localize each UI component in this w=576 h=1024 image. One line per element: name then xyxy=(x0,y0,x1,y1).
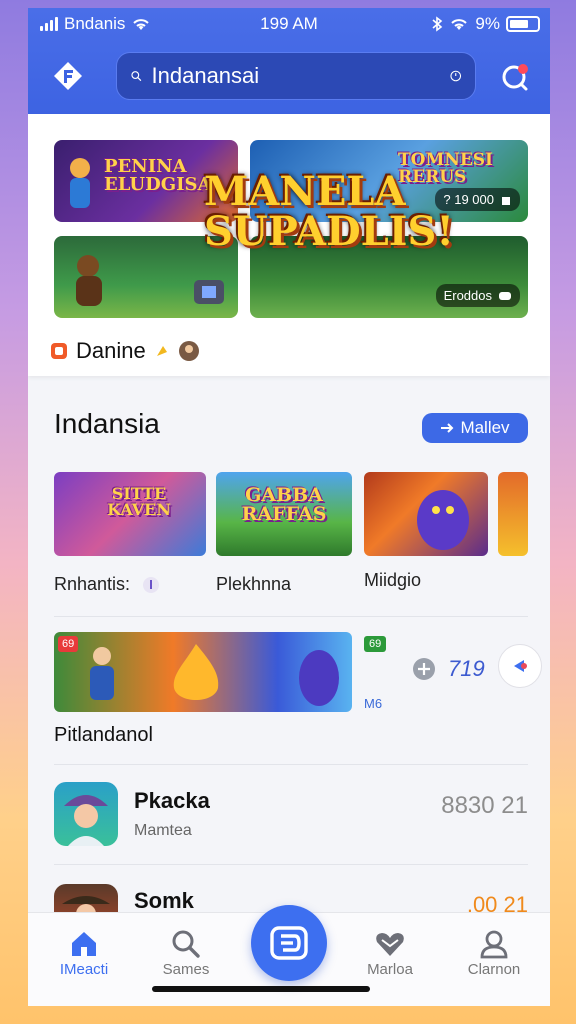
avatar[interactable] xyxy=(178,340,200,362)
home-indicator[interactable] xyxy=(152,986,370,992)
featured-main-title: MANELA SUPADLIS! xyxy=(204,168,454,255)
badge-icon xyxy=(51,343,67,359)
game-card[interactable]: SITTE KAVEN xyxy=(54,472,206,556)
monster-icon xyxy=(299,650,339,706)
center-app-button[interactable] xyxy=(251,905,327,981)
game-label: Miidgio xyxy=(364,570,422,590)
section-title: Indansia xyxy=(54,408,160,439)
promo-side-badge: 69 xyxy=(364,636,387,652)
nav-item-home[interactable]: IMeacti xyxy=(44,927,124,978)
wifi-icon xyxy=(451,19,468,30)
featured-caption: Danine xyxy=(50,338,200,364)
chest-icon xyxy=(194,280,224,304)
promo-counter: 719 xyxy=(412,656,485,682)
promo-label: Pitlandanol xyxy=(54,724,153,746)
game-card[interactable] xyxy=(498,472,528,556)
info-icon xyxy=(143,576,160,593)
battery-icon xyxy=(506,16,540,32)
tile-title: TOMNESI RERUS xyxy=(398,150,494,187)
bluetooth-icon xyxy=(432,16,443,32)
featured-caption-text: Danine xyxy=(76,338,146,363)
status-bar: Bndanis 199 AM 9% xyxy=(28,14,550,38)
game-card[interactable]: GABBA RAFFAS xyxy=(216,472,352,556)
share-icon xyxy=(514,660,527,672)
nav-item-label: Sames xyxy=(162,961,210,978)
center-app-icon xyxy=(270,926,308,960)
list-item-value: 8830 21 xyxy=(441,792,528,819)
nav-item-label: Clarnon xyxy=(467,961,521,978)
sparkle-icon xyxy=(156,346,167,356)
search-icon xyxy=(131,71,142,81)
share-button[interactable] xyxy=(498,644,542,688)
list-item-title: Pkacka xyxy=(134,788,210,813)
game-label: Rnhantis: xyxy=(54,574,160,595)
list-item-title: Somk xyxy=(134,888,194,913)
nav-item-label: Marloa xyxy=(367,961,413,978)
promo-count: 719 xyxy=(448,656,485,681)
status-right: 9% xyxy=(431,14,540,34)
character-icon xyxy=(90,647,114,700)
profile-icon xyxy=(480,930,508,959)
promo-banner[interactable]: 69 xyxy=(54,632,352,712)
game-card-title: GABBA RAFFAS xyxy=(241,484,327,525)
heart-icon xyxy=(376,933,404,956)
character-icon xyxy=(70,158,90,208)
featured-banner[interactable]: PENINA ELUDGISA TOMNESI RERUS ? 19 000 E… xyxy=(28,114,550,376)
search-bar[interactable] xyxy=(116,52,476,100)
top-bar: Bndanis 199 AM 9% xyxy=(28,8,550,114)
character-icon xyxy=(76,255,102,306)
divider xyxy=(54,864,528,865)
promo-side-text: M6 xyxy=(364,696,383,711)
phone-screen: Bndanis 199 AM 9% Indanansai PENINA ELUD… xyxy=(28,8,550,1006)
trash-icon xyxy=(502,196,510,205)
promo-badge: 69 xyxy=(58,636,79,652)
nav-item-search[interactable]: Sames xyxy=(146,927,226,978)
character-icon xyxy=(64,795,108,846)
nav-item-profile[interactable]: Clarnon xyxy=(454,927,534,978)
fire-icon xyxy=(173,644,219,700)
nav-item-label: IMeacti xyxy=(59,961,109,978)
more-button[interactable]: Mallev xyxy=(422,413,528,443)
plus-circle-icon[interactable] xyxy=(412,657,436,681)
monster-icon xyxy=(417,490,469,550)
app-logo-icon[interactable] xyxy=(50,58,86,94)
search-input[interactable] xyxy=(151,63,440,89)
more-button-label: Mallev xyxy=(460,418,510,437)
game-pill: Eroddos xyxy=(435,284,520,307)
home-icon xyxy=(72,932,96,956)
controller-icon xyxy=(499,291,511,300)
divider xyxy=(54,616,528,617)
game-label: Plekhnna xyxy=(216,574,292,594)
divider xyxy=(54,764,528,765)
arrow-right-icon xyxy=(441,423,454,433)
search-icon xyxy=(172,930,200,958)
game-card[interactable] xyxy=(364,472,488,556)
list-item-subtitle: Mamtea xyxy=(134,822,192,839)
game-card-title: SITTE KAVEN xyxy=(107,484,171,519)
voice-search-icon[interactable] xyxy=(449,64,461,88)
nav-item-favorites[interactable]: Marloa xyxy=(350,927,430,978)
battery-percent: 9% xyxy=(475,14,500,33)
app-icon xyxy=(54,782,118,846)
notification-icon[interactable] xyxy=(498,60,532,94)
